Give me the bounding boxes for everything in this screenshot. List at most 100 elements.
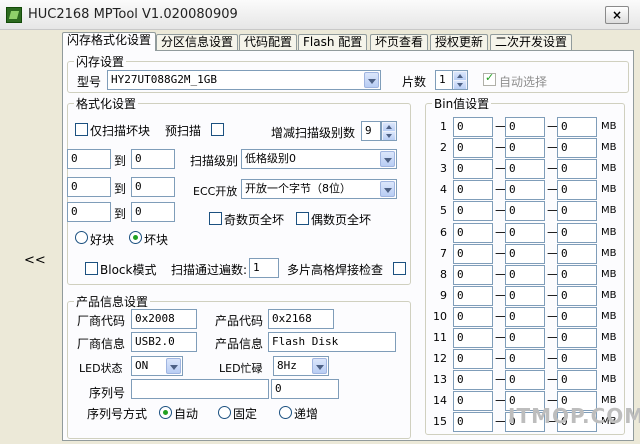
bin-high-input[interactable]: 0: [557, 117, 597, 137]
range-end-1[interactable]: 0: [131, 149, 175, 169]
good-block-radio[interactable]: [75, 231, 88, 244]
arrow-up-icon[interactable]: [454, 72, 466, 80]
bin-low-input[interactable]: 0: [453, 138, 493, 158]
scan-bad-only-checkbox[interactable]: [75, 123, 88, 136]
bin-mid-input[interactable]: 0: [505, 286, 545, 306]
app-icon: [6, 7, 22, 23]
bin-mid-input[interactable]: 0: [505, 244, 545, 264]
range-start-1[interactable]: 0: [67, 149, 111, 169]
bin-low-input[interactable]: 0: [453, 265, 493, 285]
serial-mode-fixed-radio[interactable]: [218, 406, 231, 419]
product-code-input[interactable]: 0x2168: [268, 309, 334, 329]
bin-mid-input[interactable]: 0: [505, 117, 545, 137]
bin-high-input[interactable]: 0: [557, 201, 597, 221]
serial-mode-increment-radio[interactable]: [279, 406, 292, 419]
bin-low-input[interactable]: 0: [453, 159, 493, 179]
bin-high-input[interactable]: 0: [557, 286, 597, 306]
tab-dev-settings[interactable]: 二次开发设置: [490, 34, 573, 50]
block-mode-checkbox[interactable]: [85, 262, 98, 275]
auto-select-checkbox[interactable]: [483, 71, 496, 86]
collapse-button[interactable]: <<: [24, 253, 46, 268]
scan-level-select[interactable]: 低格级别0: [241, 149, 397, 169]
led-state-select[interactable]: ON: [131, 356, 183, 376]
odd-full-bad-checkbox[interactable]: [209, 212, 222, 225]
scan-bad-only-label: 仅扫描坏块: [90, 124, 151, 138]
tab-format[interactable]: 闪存格式化设置: [62, 32, 157, 51]
bin-mid-input[interactable]: 0: [505, 370, 545, 390]
bin-low-input[interactable]: 0: [453, 223, 493, 243]
bin-mid-input[interactable]: 0: [505, 159, 545, 179]
serial-input[interactable]: [131, 379, 269, 399]
tab-flash-config[interactable]: Flash 配置: [298, 34, 368, 50]
bin-low-input[interactable]: 0: [453, 349, 493, 369]
scan-level-stepper[interactable]: [381, 121, 397, 141]
model-select[interactable]: HY27UT088G2M_1GB: [107, 70, 381, 90]
scan-pass-input[interactable]: 1: [249, 258, 279, 278]
close-button[interactable]: ×: [605, 6, 629, 24]
led-busy-select[interactable]: 8Hz: [273, 356, 329, 376]
serial-mode-label: 序列号方式: [87, 407, 148, 421]
range-end-3[interactable]: 0: [131, 202, 175, 222]
tab-partition[interactable]: 分区信息设置: [156, 34, 239, 50]
bin-high-input[interactable]: 0: [557, 328, 597, 348]
bin-high-input[interactable]: 0: [557, 159, 597, 179]
tab-bad-page[interactable]: 坏页查看: [370, 34, 429, 50]
bin-high-input[interactable]: 0: [557, 244, 597, 264]
vendor-code-input[interactable]: 0x2008: [131, 309, 197, 329]
tab-code-config[interactable]: 代码配置: [239, 34, 298, 50]
prescan-label: 预扫描: [165, 124, 202, 138]
bin-mid-input[interactable]: 0: [505, 349, 545, 369]
range-start-2[interactable]: 0: [67, 177, 111, 197]
bin-low-input[interactable]: 0: [453, 370, 493, 390]
bin-mid-input[interactable]: 0: [505, 201, 545, 221]
range-end-2[interactable]: 0: [131, 177, 175, 197]
bad-block-radio[interactable]: [129, 231, 142, 244]
led-state-value: ON: [135, 359, 149, 372]
bin-mid-input[interactable]: 0: [505, 138, 545, 158]
even-full-bad-checkbox[interactable]: [296, 212, 309, 225]
bin-high-input[interactable]: 0: [557, 180, 597, 200]
bin-mid-input[interactable]: 0: [505, 180, 545, 200]
bin-low-input[interactable]: 0: [453, 391, 493, 411]
product-info-input[interactable]: Flash Disk: [268, 332, 396, 352]
serial-mode-auto-radio[interactable]: [159, 406, 172, 419]
multi-chip-check-checkbox[interactable]: [393, 262, 406, 275]
bin-unit: MB: [601, 121, 617, 132]
bin-unit: MB: [601, 163, 617, 174]
bin-high-input[interactable]: 0: [557, 349, 597, 369]
ecc-select[interactable]: 开放一个字节（8位）: [241, 179, 397, 199]
chips-input[interactable]: 1: [435, 70, 453, 90]
bin-high-input[interactable]: 0: [557, 307, 597, 327]
bin-low-input[interactable]: 0: [453, 286, 493, 306]
increase-scan-level-input[interactable]: 9: [361, 121, 381, 141]
bin-low-input[interactable]: 0: [453, 412, 493, 432]
bin-mid-input[interactable]: 0: [505, 307, 545, 327]
serial-number-input[interactable]: 0: [271, 379, 339, 399]
serial-mode-fixed-label: 固定: [233, 407, 258, 421]
bin-high-input[interactable]: 0: [557, 138, 597, 158]
bin-mid-input[interactable]: 0: [505, 328, 545, 348]
bin-mid-input[interactable]: 0: [505, 223, 545, 243]
arrow-up-icon[interactable]: [383, 123, 395, 131]
bin-low-input[interactable]: 0: [453, 307, 493, 327]
led-busy-value: 8Hz: [277, 359, 297, 372]
arrow-down-icon[interactable]: [454, 81, 466, 89]
bin-high-input[interactable]: 0: [557, 265, 597, 285]
bin-row-index: 4: [440, 183, 447, 196]
bin-high-input[interactable]: 0: [557, 370, 597, 390]
bin-low-input[interactable]: 0: [453, 328, 493, 348]
bin-low-input[interactable]: 0: [453, 180, 493, 200]
vendor-info-input[interactable]: USB2.0: [131, 332, 197, 352]
bin-mid-input[interactable]: 0: [505, 265, 545, 285]
bin-low-input[interactable]: 0: [453, 201, 493, 221]
even-full-bad-label: 偶数页全坏: [311, 213, 372, 227]
tab-license[interactable]: 授权更新: [430, 34, 489, 50]
bin-high-input[interactable]: 0: [557, 223, 597, 243]
bin-low-input[interactable]: 0: [453, 117, 493, 137]
arrow-down-icon[interactable]: [383, 132, 395, 140]
bin-low-input[interactable]: 0: [453, 244, 493, 264]
bin-unit: MB: [601, 290, 617, 301]
range-start-3[interactable]: 0: [67, 202, 111, 222]
chips-stepper[interactable]: [452, 70, 468, 90]
prescan-checkbox[interactable]: [211, 123, 224, 136]
